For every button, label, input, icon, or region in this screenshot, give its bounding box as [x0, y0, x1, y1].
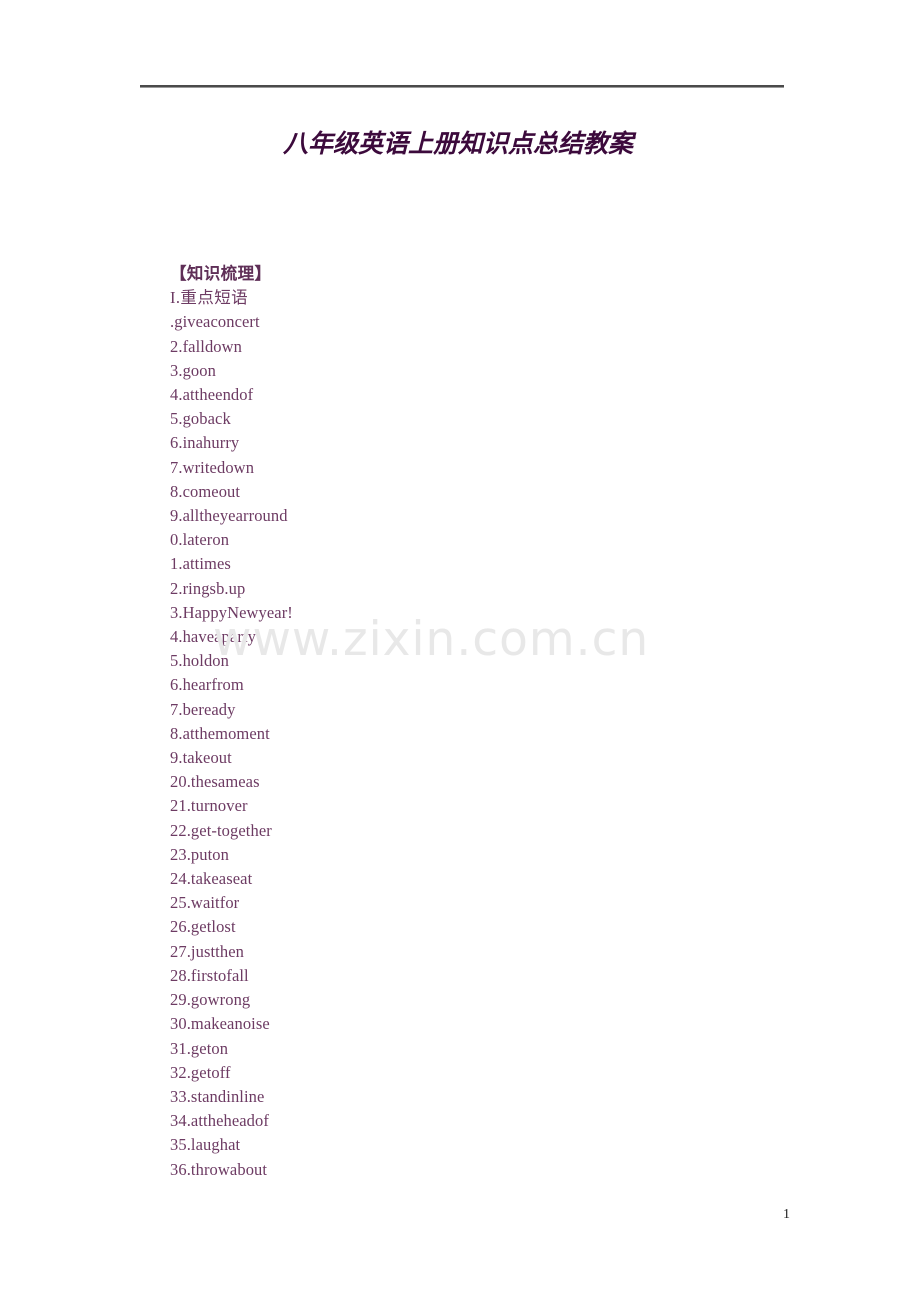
list-item: .giveaconcert	[170, 312, 260, 332]
list-item: 0.lateron	[170, 530, 230, 550]
list-item: 8.atthemoment	[170, 723, 270, 743]
list-item: 9.takeout	[170, 748, 232, 768]
list-item: 27.justthen	[170, 941, 244, 961]
list-item: 32.getoff	[170, 1062, 231, 1082]
list-item: 3.HappyNewyear!	[170, 602, 293, 622]
list-item: 31.geton	[170, 1038, 229, 1058]
list-item: 34.attheheadof	[170, 1111, 269, 1131]
page-title-text: 八年级英语上册知识点总结教案	[282, 129, 633, 158]
list-item: 6.hearfrom	[170, 675, 244, 695]
page-number: 1	[783, 1207, 790, 1222]
list-item: 23.puton	[170, 844, 230, 864]
document-page: 八年级英语上册知识点总结教案 www.zixin.com.cn 【知识梳理】 I…	[0, 0, 920, 1302]
list-item: 28.firstofall	[170, 965, 249, 985]
list-item: 35.laughat	[170, 1135, 241, 1155]
list-item: 2.ringsb.up	[170, 578, 246, 598]
list-item: 9.alltheyearround	[170, 506, 288, 526]
list-item: 5.holdon	[170, 651, 230, 671]
page-title: 八年级英语上册知识点总结教案	[0, 124, 920, 160]
subsection-heading: I.重点短语	[170, 288, 249, 308]
section-heading: 【知识梳理】	[170, 264, 272, 283]
list-item: 4.haveaparty	[170, 627, 256, 647]
list-item: 33.standinline	[170, 1086, 265, 1106]
list-item: 8.comeout	[170, 481, 241, 501]
list-item: 6.inahurry	[170, 433, 240, 453]
list-item: 4.attheendof	[170, 385, 254, 405]
list-item: 30.makeanoise	[170, 1014, 270, 1034]
list-item: 36.throwabout	[170, 1159, 268, 1179]
list-item: 5.goback	[170, 409, 231, 429]
list-item: 26.getlost	[170, 917, 236, 937]
list-item: 20.thesameas	[170, 772, 260, 792]
list-item: 24.takeaseat	[170, 869, 253, 889]
list-item: 3.goon	[170, 360, 216, 380]
list-item: 7.writedown	[170, 457, 255, 477]
list-item: 2.falldown	[170, 336, 243, 356]
document-body: 【知识梳理】 I.重点短语 .giveaconcert 2.falldown 3.g…	[170, 262, 790, 1182]
list-item: 22.get-together	[170, 820, 272, 840]
header-divider-rule	[140, 85, 784, 88]
phrase-list: .giveaconcert 2.falldown 3.goon 4.attheendo…	[170, 310, 790, 1181]
list-item: 21.turnover	[170, 796, 248, 816]
list-item: 25.waitfor	[170, 893, 240, 913]
list-item: 1.attimes	[170, 554, 231, 574]
list-item: 29.gowrong	[170, 990, 251, 1010]
list-item: 7.beready	[170, 699, 236, 719]
